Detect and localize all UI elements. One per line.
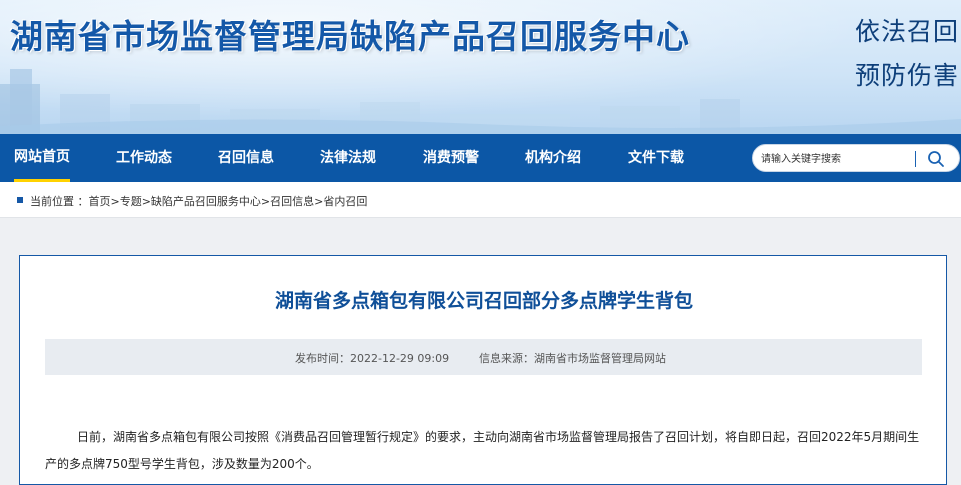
article-meta-bar: 发布时间：2022-12-29 09:09 信息来源：湖南省市场监督管理局网站 — [45, 339, 922, 375]
slogan-line-1: 依法召回 — [855, 17, 960, 46]
nav-item-downloads[interactable]: 文件下载 — [628, 134, 684, 182]
breadcrumb-text: 当前位置 ：首页>专题>缺陷产品召回服务中心>召回信息>省内召回 — [30, 193, 367, 209]
city-skyline-graphic — [0, 69, 961, 134]
search-divider — [915, 151, 916, 167]
site-title: 湖南省市场监督管理局缺陷产品召回服务中心 — [10, 17, 690, 56]
nav-item-about[interactable]: 机构介绍 — [525, 134, 581, 182]
nav-item-work-news[interactable]: 工作动态 — [116, 134, 172, 182]
article-paragraph: 日前，湖南省多点箱包有限公司按照《消费品召回管理暂行规定》的要求，主动向湖南省市… — [45, 430, 920, 471]
slogan-line-2: 预防伤害 — [855, 61, 960, 90]
site-banner: 湖南省市场监督管理局缺陷产品召回服务中心 依法召回 预防伤害 — [0, 0, 961, 134]
article-title: 湖南省多点箱包有限公司召回部分多点牌学生背包 — [274, 290, 693, 312]
search-box — [752, 144, 960, 172]
search-input[interactable] — [761, 149, 911, 169]
breadcrumb-marker-icon — [17, 197, 23, 203]
info-source: 信息来源：湖南省市场监督管理局网站 — [479, 352, 666, 365]
breadcrumb-path[interactable]: 首页>专题>缺陷产品召回服务中心>召回信息>省内召回 — [89, 195, 368, 208]
search-icon[interactable] — [927, 150, 945, 168]
publish-time: 发布时间：2022-12-29 09:09 — [295, 352, 450, 365]
nav-item-recall-info[interactable]: 召回信息 — [218, 134, 274, 182]
breadcrumb: 当前位置 ：首页>专题>缺陷产品召回服务中心>召回信息>省内召回 — [0, 182, 961, 218]
breadcrumb-prefix: 当前位置 ： — [30, 195, 89, 208]
nav-item-laws[interactable]: 法律法规 — [320, 134, 376, 182]
nav-item-consumer-alerts[interactable]: 消费预警 — [423, 134, 479, 182]
nav-item-home[interactable]: 网站首页 — [14, 134, 70, 182]
article-panel: 湖南省多点箱包有限公司召回部分多点牌学生背包 发布时间：2022-12-29 0… — [19, 255, 947, 485]
